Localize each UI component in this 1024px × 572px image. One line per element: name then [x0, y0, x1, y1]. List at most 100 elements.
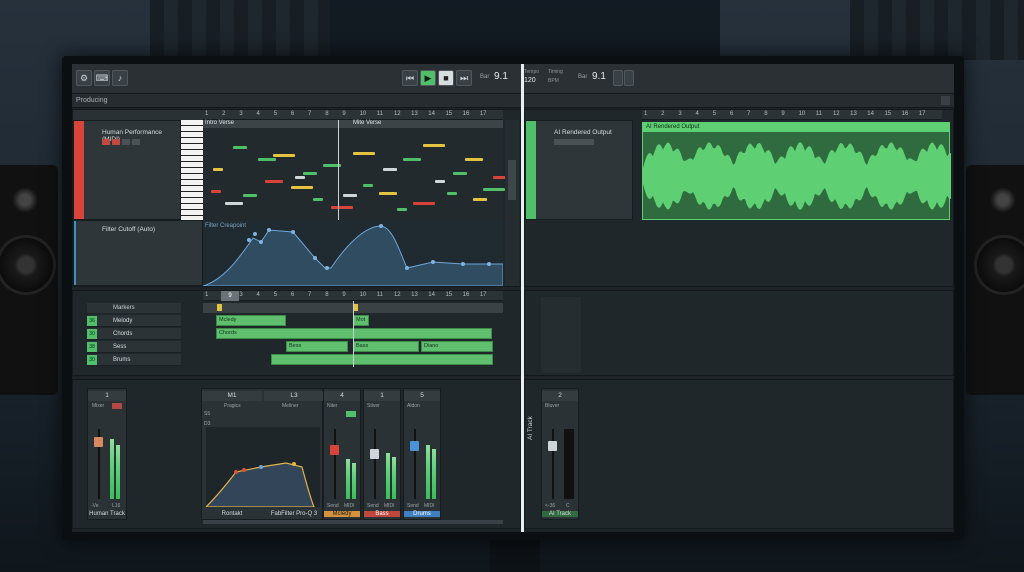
arrangement-track-row[interactable]: 30 Brums: [87, 354, 181, 366]
midi-note[interactable]: [465, 158, 483, 161]
clip-bass-1[interactable]: Bess: [286, 341, 348, 352]
plugin-2-label[interactable]: Meliner: [282, 403, 298, 409]
solo-button[interactable]: [346, 411, 356, 417]
midi-note[interactable]: [258, 158, 276, 161]
midi-note[interactable]: [397, 208, 407, 211]
speaker-left: [0, 165, 58, 395]
mixer-scrollbar[interactable]: [203, 520, 503, 524]
timeline-ruler[interactable]: 1 2 3 4 5 6 7 8 9 10 11 12 13 14 15 16 17: [203, 110, 503, 120]
arrangement-track-row[interactable]: 36 Melody: [87, 315, 181, 327]
solo-button[interactable]: [112, 139, 120, 145]
clip-chords[interactable]: Chords: [216, 328, 492, 339]
midi-note[interactable]: [291, 186, 313, 189]
tempo-value[interactable]: 120: [524, 77, 536, 84]
midi-note[interactable]: [265, 180, 283, 183]
ai-rendered-clip[interactable]: AI Rendered Output: [642, 122, 951, 220]
mute-button[interactable]: [112, 403, 122, 409]
midi-note[interactable]: [211, 190, 221, 193]
arrangement-playhead[interactable]: [353, 301, 354, 367]
plugin-strip[interactable]: M1 L3 Pragics Meliner S5 D3 Rontakt FabF…: [201, 388, 324, 520]
timeline-ruler-right[interactable]: 1 2 3 4 5 6 7 8 9 10 11 12 13 14 15 16 17: [642, 110, 942, 120]
volume-fader[interactable]: [410, 441, 419, 451]
ai-track-header[interactable]: AI Rendered Output: [525, 120, 633, 220]
mixer-strip-drums[interactable]: 5 Aldon Send MIDI Drums: [403, 388, 441, 520]
automation-lane[interactable]: Filter Creapoint: [203, 220, 503, 286]
mixer-strip-melody[interactable]: 4 Niter Send MIDI Mcledy: [323, 388, 361, 520]
split-divider[interactable]: [521, 64, 524, 532]
metronome-icon[interactable]: ♪: [112, 70, 128, 86]
strip-mode[interactable]: Aldon: [407, 403, 420, 409]
midi-note[interactable]: [243, 194, 257, 197]
midi-note[interactable]: [453, 172, 467, 175]
piano-roll-grid[interactable]: [203, 128, 507, 220]
ruler-mark: 15: [445, 111, 453, 117]
keyboard-icon[interactable]: ⌨: [94, 70, 110, 86]
midi-note[interactable]: [447, 192, 457, 195]
plugin-1-label[interactable]: Pragics: [224, 403, 241, 409]
automation-curve[interactable]: [203, 220, 503, 286]
arrangement-track-row[interactable]: 38 Sess: [87, 341, 181, 353]
midi-track-header[interactable]: Human Performance (MIDI): [73, 120, 181, 220]
midi-note[interactable]: [383, 168, 397, 171]
volume-fader[interactable]: [330, 445, 339, 455]
region-intro[interactable]: Intro Verse: [205, 120, 234, 126]
midi-note[interactable]: [403, 158, 421, 161]
rewind-button[interactable]: ⏮: [402, 70, 418, 86]
region-mid[interactable]: Mite Verse: [353, 120, 381, 126]
midi-note[interactable]: [213, 168, 223, 171]
timing-value[interactable]: BPM: [548, 78, 559, 84]
midi-note[interactable]: [363, 184, 373, 187]
marker-flag-1[interactable]: [217, 304, 222, 311]
midi-note[interactable]: [343, 194, 357, 197]
loop-toggle[interactable]: [613, 70, 623, 86]
midi-note[interactable]: [233, 146, 247, 149]
midi-note[interactable]: [225, 202, 243, 205]
arrangement-ruler[interactable]: 1234567891011121314151617: [203, 291, 503, 301]
mixer-strip-human[interactable]: 1 Mixer -Ve L16 Human Track: [87, 388, 127, 520]
play-button[interactable]: ▶: [420, 70, 436, 86]
midi-note[interactable]: [423, 144, 445, 147]
mixer-strip-ai[interactable]: 2 Bluver <-36 C AI Track: [541, 388, 579, 520]
midi-note[interactable]: [353, 152, 375, 155]
strip-mode[interactable]: Niter: [327, 403, 338, 409]
gear-icon[interactable]: ⚙: [76, 70, 92, 86]
piano-keyboard[interactable]: [181, 120, 203, 220]
vertical-scrollbar[interactable]: [505, 120, 519, 286]
clip-bass-2[interactable]: Bass: [353, 341, 419, 352]
midi-note[interactable]: [435, 180, 445, 183]
automation-track-header[interactable]: Filter Cutoff (Auto): [73, 220, 203, 286]
strip-mode[interactable]: Mixer: [92, 403, 104, 409]
midi-note[interactable]: [483, 188, 505, 191]
volume-fader[interactable]: [94, 437, 103, 447]
midi-note[interactable]: [379, 192, 397, 195]
mixer-strip-bass[interactable]: 1 Stiver Send MIDI Bass: [363, 388, 401, 520]
marker-current[interactable]: 9: [221, 291, 239, 301]
clip-melody-2[interactable]: Mot: [353, 315, 369, 326]
volume-fader[interactable]: [548, 441, 557, 451]
clip-melody-1[interactable]: Mcledy: [216, 315, 286, 326]
midi-note[interactable]: [303, 172, 317, 175]
eq-curve-display[interactable]: [206, 427, 320, 507]
clip-bass-3[interactable]: Diano: [421, 341, 493, 352]
record-toggle[interactable]: [624, 70, 634, 86]
ruler-mark: 13: [411, 111, 418, 117]
collapse-icon[interactable]: [941, 96, 950, 105]
midi-note[interactable]: [273, 154, 295, 157]
midi-note[interactable]: [473, 198, 487, 201]
ai-track-controls[interactable]: [554, 139, 594, 145]
midi-note[interactable]: [295, 176, 305, 179]
midi-note[interactable]: [313, 198, 323, 201]
strip-mode[interactable]: Stiver: [367, 403, 380, 409]
clip-drums[interactable]: [271, 354, 493, 365]
strip-mode[interactable]: Bluver: [545, 403, 559, 409]
arm-button[interactable]: [122, 139, 130, 145]
monitor-button[interactable]: [132, 139, 140, 145]
midi-note[interactable]: [331, 206, 353, 209]
stop-button[interactable]: ■: [438, 70, 454, 86]
arrangement-track-row[interactable]: 30 Chords: [87, 328, 181, 340]
markers-row[interactable]: Markers: [87, 303, 181, 313]
forward-button[interactable]: ⏭: [456, 70, 472, 86]
midi-note[interactable]: [413, 202, 435, 205]
volume-fader[interactable]: [370, 449, 379, 459]
mute-button[interactable]: [102, 139, 110, 145]
